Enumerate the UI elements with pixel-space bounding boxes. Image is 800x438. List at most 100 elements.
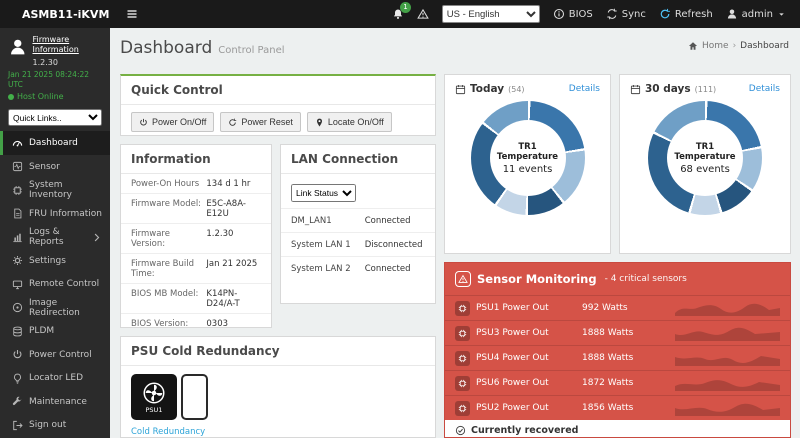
sidebar-item-dashboard[interactable]: Dashboard: [0, 131, 110, 155]
sidebar-item-settings[interactable]: Settings: [0, 249, 110, 273]
monitor-icon: [12, 279, 23, 290]
sensor-row-psu6[interactable]: PSU6 Power Out 1872 Watts: [445, 370, 790, 395]
sidebar-item-locator-led[interactable]: Locator LED: [0, 366, 110, 390]
bios-button[interactable]: BIOS: [553, 8, 593, 20]
sensor-name: PSU4 Power Out: [476, 353, 576, 363]
sidebar-item-maintenance[interactable]: Maintenance: [0, 390, 110, 414]
bulb-icon: [12, 373, 23, 384]
link-status-select[interactable]: Link Status: [291, 184, 356, 202]
sidebar-item-label: Image Redirection: [29, 298, 102, 318]
sensor-value: 992 Watts: [582, 303, 660, 313]
left-column: Quick Control Power On/Off Power Reset: [120, 74, 436, 438]
button-label: Power On/Off: [152, 117, 206, 127]
sidebar-item-image-redirection[interactable]: Image Redirection: [0, 296, 110, 320]
topbar: ASMB11-iKVM 1 US - English BIOS Sync: [0, 0, 800, 28]
sensor-chip-icon: [455, 326, 470, 341]
sidebar-item-system-inventory[interactable]: System Inventory: [0, 178, 110, 202]
button-label: Power Reset: [241, 117, 293, 127]
power-reset-button[interactable]: Power Reset: [220, 112, 301, 132]
sidebar-nav: Dashboard Sensor System Inventory FRU In…: [0, 131, 110, 438]
breadcrumb-separator: ›: [733, 41, 737, 51]
sensor-row-psu3[interactable]: PSU3 Power Out 1888 Watts: [445, 320, 790, 345]
info-label: BIOS Version:: [131, 319, 206, 329]
power-icon: [12, 349, 23, 360]
locate-on-off-button[interactable]: Locate On/Off: [307, 112, 392, 132]
breadcrumb-home[interactable]: Home: [702, 41, 729, 51]
refresh-button[interactable]: Refresh: [659, 8, 713, 20]
lan-row: System LAN 1Disconnected: [281, 232, 435, 256]
quick-links-select[interactable]: Quick Links..: [8, 109, 102, 126]
sidebar-item-sign-out[interactable]: Sign out: [0, 413, 110, 437]
caret-down-icon: [777, 10, 786, 19]
sidebar-item-logs-reports[interactable]: Logs & Reports: [0, 225, 110, 249]
sidebar-item-fru-information[interactable]: FRU Information: [0, 202, 110, 226]
sensor-value: 1888 Watts: [582, 353, 660, 363]
sidebar-item-remote-control[interactable]: Remote Control: [0, 272, 110, 296]
quick-control-card: Quick Control Power On/Off Power Reset: [120, 74, 436, 136]
today-title: Today: [470, 83, 504, 95]
sensor-value: 1872 Watts: [582, 378, 660, 388]
info-value: K14PN-D24/A-T: [206, 289, 261, 309]
information-title: Information: [121, 145, 271, 174]
notifications-button[interactable]: 1: [392, 8, 404, 20]
sidebar-item-label: Settings: [29, 256, 66, 266]
sensor-chip-icon: [455, 351, 470, 366]
sensor-monitoring-subtitle: - 4 critical sensors: [605, 274, 687, 284]
sensor-row-psu1[interactable]: PSU1 Power Out 992 Watts: [445, 295, 790, 320]
thirty-days-donut-center: TR1 Temperature 68 events: [667, 120, 743, 196]
calendar-icon: [455, 84, 466, 95]
page-header: DashboardControl Panel Home › Dashboard: [120, 38, 791, 64]
cold-redundancy-status-link[interactable]: Cold Redundancy Inactive: [131, 426, 425, 438]
sidebar-item-label: Maintenance: [29, 397, 87, 407]
today-details-link[interactable]: Details: [569, 84, 600, 94]
info-value: E5C-A8A-E12U: [206, 199, 261, 219]
donut-center-title: TR1 Temperature: [667, 142, 743, 162]
sensor-chip-icon: [455, 301, 470, 316]
document-icon: [12, 208, 23, 219]
power-icon: [139, 118, 148, 127]
sensor-sparkline: [675, 375, 780, 391]
donut-center-value: 11 events: [503, 164, 553, 175]
user-menu-button[interactable]: admin: [726, 8, 786, 20]
sidebar-item-sensor[interactable]: Sensor: [0, 155, 110, 179]
sync-icon: [606, 8, 618, 20]
host-status-label: Host Online: [17, 92, 64, 101]
sensor-row-psu2[interactable]: PSU2 Power Out 1856 Watts: [445, 395, 790, 420]
lan-name: System LAN 1: [291, 240, 365, 250]
thirty-days-details-link[interactable]: Details: [749, 84, 780, 94]
page-subtitle: Control Panel: [218, 45, 284, 56]
currently-recovered-section[interactable]: Currently recovered: [445, 420, 790, 438]
breadcrumb: Home › Dashboard: [688, 41, 789, 51]
power-on-off-button[interactable]: Power On/Off: [131, 112, 214, 132]
hamburger-menu-button[interactable]: [126, 8, 138, 20]
chevron-right-icon: [91, 232, 102, 243]
today-count: (54): [508, 85, 524, 94]
sidebar-item-power-control[interactable]: Power Control: [0, 343, 110, 367]
sensor-row-psu4[interactable]: PSU4 Power Out 1888 Watts: [445, 345, 790, 370]
sync-button[interactable]: Sync: [606, 8, 646, 20]
warning-icon: [458, 274, 468, 284]
donut-center-value: 68 events: [680, 164, 730, 175]
sidebar-item-label: PLDM: [29, 326, 54, 336]
sensor-monitoring-title: Sensor Monitoring: [477, 272, 597, 286]
info-label: Power-On Hours: [131, 179, 206, 189]
today-events-card: Today (54) Details TR1 Temperature 11 ev…: [444, 74, 611, 254]
lan-row: DM_LAN1Connected: [281, 208, 435, 232]
firmware-information-link[interactable]: Firmware Information: [33, 35, 103, 56]
thirty-days-events-card: 30 days (111) Details TR1 Temperature 68…: [619, 74, 791, 254]
database-icon: [12, 326, 23, 337]
donut-center-title: TR1 Temperature: [490, 142, 566, 162]
button-label: Locate On/Off: [328, 117, 384, 127]
sensor-name: PSU6 Power Out: [476, 378, 576, 388]
psu-card-title: PSU Cold Redundancy: [121, 337, 435, 366]
dashboard-grid: Quick Control Power On/Off Power Reset: [120, 74, 791, 438]
user-icon: [726, 8, 738, 20]
alerts-button[interactable]: [417, 8, 429, 20]
today-donut-center: TR1 Temperature 11 events: [490, 120, 566, 196]
lan-status: Connected: [365, 216, 411, 226]
language-select[interactable]: US - English: [442, 5, 540, 23]
sidebar-item-pldm[interactable]: PLDM: [0, 319, 110, 343]
info-row: Power-On Hours134 d 1 hr: [121, 174, 271, 194]
sensor-icon: [12, 161, 23, 172]
firmware-build-time: Jan 21 2025 08:24:22 UTC: [8, 70, 102, 90]
